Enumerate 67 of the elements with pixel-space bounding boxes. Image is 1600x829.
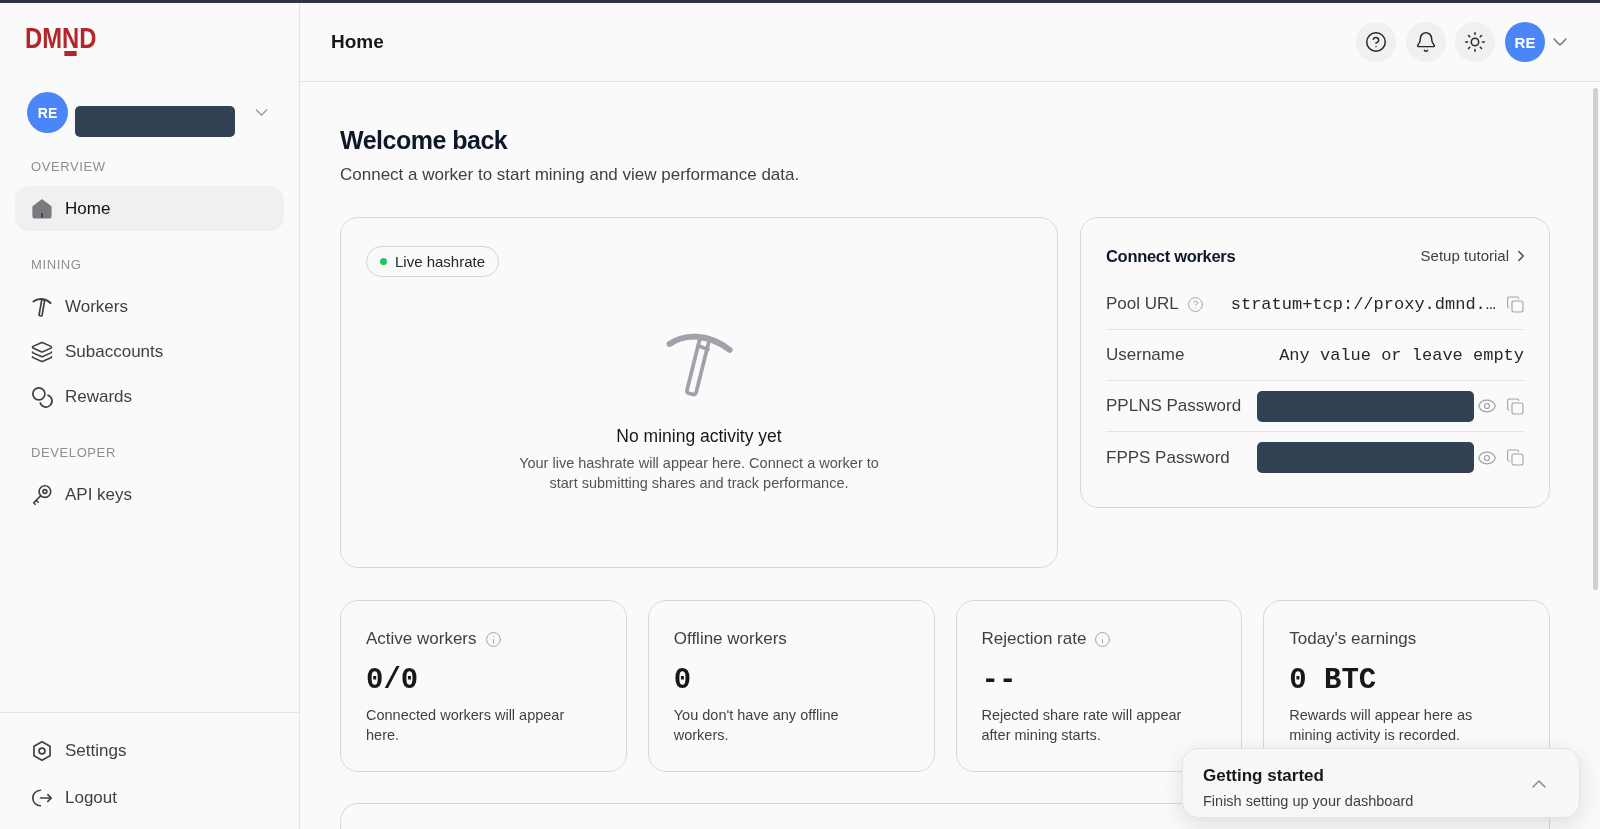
nav-item[interactable]: Home (15, 186, 284, 231)
pickaxe-icon (666, 331, 732, 397)
section-heading: OVERVIEW (30, 158, 107, 176)
panel-subtitle: Finish setting up your dashboard (1203, 792, 1414, 811)
help-button[interactable] (1356, 22, 1396, 62)
field-label: Username (1106, 345, 1185, 365)
page-title: Home (331, 31, 384, 53)
card-title: Connect workers (1106, 246, 1236, 267)
chevron-right-icon (1518, 250, 1524, 262)
empty-state-text: Your live hashrate will appear here. Connect a worker to start submitting shares and track performance. (518, 454, 880, 493)
getting-started-panel[interactable]: Getting started Finish setting up your dashboard (1182, 748, 1580, 818)
copy-icon[interactable] (1507, 449, 1524, 466)
stat-note: Rewards will appear here as mining activity is recorded. (1289, 706, 1474, 745)
coins-icon (32, 386, 52, 407)
field-label: PPLNS Password (1106, 396, 1242, 416)
empty-state-title: No mining activity yet (616, 425, 782, 448)
info-icon[interactable] (485, 631, 501, 647)
stat-label: Active workers (366, 628, 477, 650)
nav-item[interactable]: Subaccounts (15, 329, 284, 374)
eye-icon[interactable] (1478, 399, 1496, 413)
field-value: stratum+tcp://proxy.dmnd.… (1230, 294, 1496, 314)
layers-icon (32, 341, 52, 362)
brand-logo[interactable]: DMND (25, 24, 97, 58)
nav-item[interactable]: API keys (15, 472, 284, 517)
field-label: FPPS Password (1106, 447, 1230, 468)
stat-value: 0 (673, 664, 693, 698)
scrollbar-thumb[interactable] (1593, 88, 1598, 590)
home-icon (32, 198, 52, 219)
welcome-title: Welcome back (340, 125, 509, 155)
chevron-down-icon[interactable] (1553, 38, 1567, 46)
stat-label: Rejection rate (981, 628, 1087, 650)
stat-note: Rejected share rate will appear after mining starts. (981, 706, 1183, 745)
welcome-subtitle: Connect a worker to start mining and view performance data. (340, 164, 801, 186)
chevron-up-icon[interactable] (1532, 780, 1546, 788)
badge-label: Live hashrate (395, 253, 486, 270)
setup-tutorial-link[interactable]: Setup tutorial (1420, 244, 1524, 268)
field-value: Any value or leave empty (1279, 345, 1524, 365)
settings-icon (32, 740, 52, 761)
sun-icon (1465, 32, 1485, 52)
field-label: Pool URL (1106, 294, 1179, 314)
copy-icon[interactable] (1507, 295, 1524, 313)
key-icon (32, 484, 52, 505)
pickaxe-icon (32, 296, 52, 317)
info-icon[interactable] (1095, 631, 1111, 647)
chevron-down-icon[interactable] (255, 109, 268, 116)
section-heading: DEVELOPER (30, 444, 117, 462)
stat-value: 0/0 (366, 664, 420, 698)
copy-icon[interactable] (1507, 397, 1524, 415)
stat-value: -- (981, 664, 1018, 698)
stat-label: Today's earnings (1289, 628, 1417, 650)
stat-value: 0 BTC (1289, 664, 1378, 698)
stat-note: You don't have any offline workers. (673, 706, 840, 745)
bell-icon (1415, 32, 1436, 52)
stat-note: Connected workers will appear here. (366, 706, 566, 745)
stat-label: Offline workers (673, 628, 787, 650)
notifications-button[interactable] (1405, 22, 1446, 62)
eye-icon[interactable] (1478, 450, 1496, 465)
section-heading: MINING (30, 256, 83, 274)
nav-item[interactable]: Workers (15, 284, 284, 329)
theme-button[interactable] (1455, 22, 1495, 62)
help-icon (1366, 32, 1386, 52)
nav-item[interactable]: Logout (15, 775, 284, 820)
nav-item[interactable]: Settings (15, 728, 284, 773)
panel-title: Getting started (1203, 765, 1325, 787)
logout-icon (32, 787, 52, 808)
help-icon[interactable] (1187, 296, 1203, 312)
nav-item[interactable]: Rewards (15, 374, 284, 419)
